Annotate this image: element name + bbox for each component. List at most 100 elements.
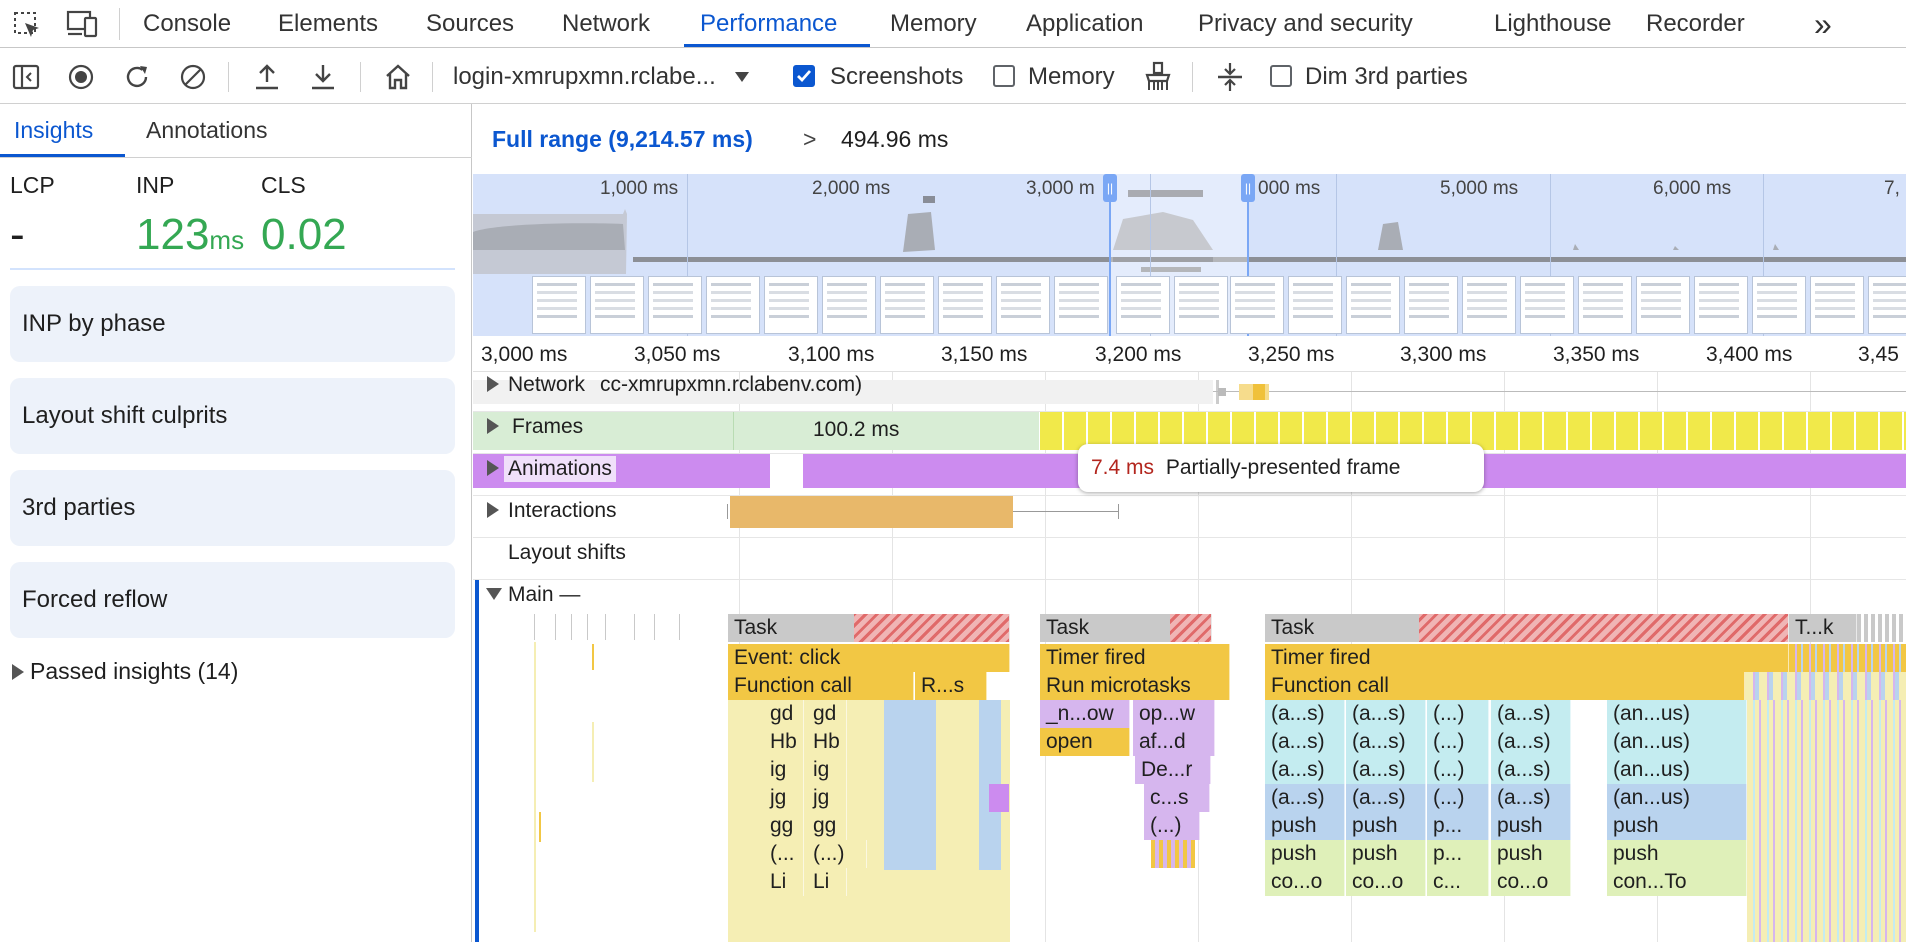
- flame-frame[interactable]: (a...s): [1491, 700, 1571, 728]
- main-flame-chart[interactable]: Task Task Task T...k Event: click Timer …: [479, 612, 1906, 942]
- reload-record-icon[interactable]: [123, 63, 151, 91]
- tab-application[interactable]: Application: [1026, 0, 1143, 48]
- selection-handle-right[interactable]: ||: [1241, 174, 1255, 202]
- tab-elements[interactable]: Elements: [278, 0, 378, 48]
- clear-icon[interactable]: [179, 63, 207, 91]
- flame-frame[interactable]: (a...s): [1346, 756, 1426, 784]
- flame-run-microtasks[interactable]: R...s: [915, 672, 987, 700]
- flame-frame[interactable]: jg: [764, 784, 804, 812]
- breadcrumb-current[interactable]: 494.96 ms: [841, 126, 948, 153]
- flame-task[interactable]: Task: [728, 614, 1010, 642]
- expand-triangle-icon[interactable]: [487, 418, 499, 434]
- flame-frame[interactable]: (a...s): [1265, 700, 1345, 728]
- flame-frame[interactable]: op...w: [1133, 700, 1215, 728]
- flame-frame[interactable]: jg: [807, 784, 847, 812]
- interactions-track[interactable]: [473, 496, 1906, 538]
- record-icon[interactable]: [67, 63, 95, 91]
- flame-frame[interactable]: push: [1346, 840, 1426, 868]
- layout-shifts-track[interactable]: [473, 538, 1906, 580]
- flame-frame[interactable]: Hb: [764, 728, 804, 756]
- flame-event-click[interactable]: Event: click: [728, 644, 1010, 672]
- flame-frame[interactable]: Li: [807, 868, 847, 896]
- flame-task[interactable]: Task: [1265, 614, 1789, 642]
- collapse-triangle-icon[interactable]: [486, 588, 502, 600]
- recording-select[interactable]: login-xmrupxmn.rclabe...: [453, 49, 716, 104]
- download-icon[interactable]: [309, 62, 337, 92]
- tab-performance[interactable]: Performance: [700, 0, 837, 48]
- device-toolbar-icon[interactable]: [65, 9, 99, 39]
- home-icon[interactable]: [383, 62, 413, 92]
- flame-frame[interactable]: push: [1607, 812, 1747, 840]
- flame-frame[interactable]: (...): [1427, 728, 1489, 756]
- flame-task[interactable]: Task: [1040, 614, 1212, 642]
- flame-frame[interactable]: co...o: [1265, 868, 1345, 896]
- toggle-sidebar-icon[interactable]: [12, 63, 40, 91]
- flame-frame[interactable]: push: [1265, 840, 1345, 868]
- flame-frame[interactable]: p...: [1427, 840, 1489, 868]
- flame-timer-fired[interactable]: Timer fired: [1265, 644, 1789, 672]
- flame-frame[interactable]: (a...s): [1491, 784, 1571, 812]
- tab-lighthouse[interactable]: Lighthouse: [1494, 0, 1611, 48]
- expand-triangle-icon[interactable]: [487, 376, 499, 392]
- tab-privacy-and-security[interactable]: Privacy and security: [1198, 0, 1413, 48]
- passed-insights-toggle[interactable]: Passed insights (14): [10, 656, 410, 688]
- screenshots-checkbox[interactable]: [793, 65, 815, 87]
- flame-frame[interactable]: (a...s): [1491, 756, 1571, 784]
- memory-checkbox[interactable]: [993, 65, 1015, 87]
- flame-function-call[interactable]: Function call: [728, 672, 914, 700]
- tab-sources[interactable]: Sources: [426, 0, 514, 48]
- flame-frame[interactable]: (...): [1427, 756, 1489, 784]
- flame-function-call[interactable]: Function call: [1265, 672, 1745, 700]
- flame-task[interactable]: T...k: [1789, 614, 1857, 642]
- tab-insights[interactable]: Insights: [14, 104, 93, 156]
- flame-frame[interactable]: push: [1491, 840, 1571, 868]
- upload-icon[interactable]: [253, 62, 281, 92]
- garbage-collect-icon[interactable]: [1143, 61, 1173, 93]
- flame-frame[interactable]: (a...s): [1265, 728, 1345, 756]
- breadcrumb-full-range[interactable]: Full range (9,214.57 ms): [492, 126, 753, 153]
- flame-frame[interactable]: p...: [1427, 812, 1489, 840]
- dim-3rd-parties-checkbox[interactable]: [1270, 65, 1292, 87]
- flame-frame[interactable]: (a...s): [1491, 728, 1571, 756]
- insight-card-forced-reflow[interactable]: Forced reflow: [10, 562, 455, 638]
- flame-frame[interactable]: open: [1040, 728, 1130, 756]
- flame-frame[interactable]: c...: [1427, 868, 1489, 896]
- flame-frame[interactable]: ig: [764, 756, 804, 784]
- main-track-label[interactable]: Main —: [508, 582, 580, 608]
- flame-frame[interactable]: af...d: [1133, 728, 1215, 756]
- flame-frame[interactable]: (...): [807, 840, 867, 868]
- flame-frame[interactable]: gg: [764, 812, 804, 840]
- flame-frame[interactable]: (...): [1427, 784, 1489, 812]
- inspect-element-icon[interactable]: [12, 10, 42, 40]
- flame-run-microtasks[interactable]: Run microtasks: [1040, 672, 1230, 700]
- flame-frame[interactable]: (a...s): [1265, 784, 1345, 812]
- insight-card-inp-by-phase[interactable]: INP by phase: [10, 286, 455, 362]
- chevron-down-icon[interactable]: [734, 71, 750, 83]
- more-tabs-icon[interactable]: »: [1814, 0, 1832, 48]
- tab-console[interactable]: Console: [143, 0, 231, 48]
- tab-recorder[interactable]: Recorder: [1646, 0, 1745, 48]
- interaction-click[interactable]: [730, 496, 1013, 528]
- flame-frame[interactable]: gd: [764, 700, 804, 728]
- flame-frame[interactable]: (...): [1144, 812, 1200, 840]
- flame-frame[interactable]: gd: [807, 700, 847, 728]
- flame-frame[interactable]: push: [1346, 812, 1426, 840]
- flame-frame[interactable]: c...s: [1144, 784, 1210, 812]
- insight-card-layout-shift-culprits[interactable]: Layout shift culprits: [10, 378, 455, 454]
- flame-frame[interactable]: push: [1607, 840, 1747, 868]
- flame-frame[interactable]: (a...s): [1346, 728, 1426, 756]
- flame-frame[interactable]: (a...s): [1346, 700, 1426, 728]
- flame-frame[interactable]: (a...s): [1346, 784, 1426, 812]
- flame-timer-fired[interactable]: Timer fired: [1040, 644, 1230, 672]
- flame-frame[interactable]: co...o: [1346, 868, 1426, 896]
- insight-card-3rd-parties[interactable]: 3rd parties: [10, 470, 455, 546]
- flame-frame[interactable]: (...): [1427, 700, 1489, 728]
- flame-frame[interactable]: co...o: [1491, 868, 1571, 896]
- network-request-bar[interactable]: [1213, 384, 1906, 400]
- selection-handle-left[interactable]: ||: [1103, 174, 1117, 202]
- flame-frame[interactable]: (a...s): [1265, 756, 1345, 784]
- tab-annotations[interactable]: Annotations: [146, 104, 267, 156]
- flame-frame[interactable]: (an...us): [1607, 756, 1747, 784]
- tab-memory[interactable]: Memory: [890, 0, 977, 48]
- flame-frame[interactable]: (an...us): [1607, 728, 1747, 756]
